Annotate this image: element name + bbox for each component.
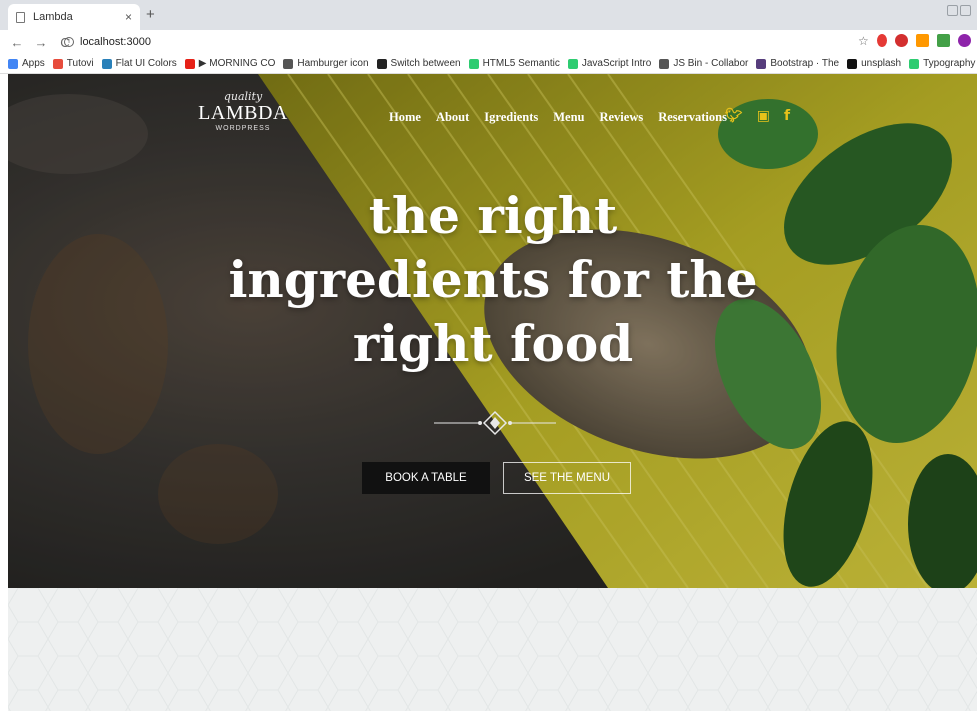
bookmark-label: Typography BS: [923, 58, 977, 69]
hexagon-pattern: [8, 588, 977, 711]
hero-headline: the right ingredients for the right food: [178, 184, 808, 376]
tab-close-icon[interactable]: ×: [125, 10, 132, 24]
restore-button[interactable]: [960, 5, 971, 16]
headline-line-2: ingredients for the: [228, 250, 758, 309]
hero-section: quality LAMBDA WORDPRESS Home About Igre…: [8, 74, 977, 588]
nav-ingredients[interactable]: Igredients: [484, 110, 538, 125]
back-icon[interactable]: ←: [10, 35, 24, 50]
main-nav: Home About Igredients Menu Reviews Reser…: [389, 110, 727, 125]
twitter-icon[interactable]: 🐦︎: [725, 108, 743, 124]
bookmark-label: ▶ MORNING CO: [198, 58, 276, 69]
opera-icon[interactable]: [876, 34, 887, 47]
facebook-icon[interactable]: f: [784, 108, 790, 124]
headline-line-1: the right: [368, 186, 618, 245]
address-bar[interactable]: i localhost:3000: [64, 33, 864, 51]
bookmark-item[interactable]: HTML5 Semantic: [468, 58, 560, 69]
bookmark-item[interactable]: Bootstrap · The: [756, 58, 839, 69]
url-text: localhost:3000: [80, 36, 151, 48]
bookmark-label: Apps: [22, 58, 45, 69]
bookmark-label: unsplash: [861, 58, 902, 69]
bookmark-item[interactable]: Hamburger icon: [283, 58, 369, 69]
site-logo[interactable]: quality LAMBDA WORDPRESS: [198, 90, 288, 132]
bookmark-item[interactable]: Flat UI Colors: [101, 58, 177, 69]
bookmark-label: Tutovi: [66, 58, 94, 69]
bookmark-label: HTML5 Semantic: [482, 58, 560, 69]
bookmark-icon: [283, 58, 294, 69]
bookmark-icon: [184, 58, 195, 69]
bookmark-icon: [8, 58, 18, 69]
logo-brand: LAMBDA: [198, 102, 288, 124]
bookmark-icon: [847, 58, 858, 69]
bookmark-item[interactable]: Switch between: [376, 58, 461, 69]
book-table-button[interactable]: BOOK A TABLE: [362, 462, 490, 494]
new-tab-button[interactable]: +: [146, 6, 155, 23]
star-icon[interactable]: ☆: [858, 35, 869, 47]
minimize-button[interactable]: [947, 5, 958, 16]
social-links: 🐦︎ ▣ f: [725, 108, 790, 124]
ornament-divider-icon: [434, 410, 556, 436]
bookmark-label: Bootstrap · The: [770, 58, 840, 69]
bookmark-label: Switch between: [390, 58, 461, 69]
bookmark-label: Flat UI Colors: [115, 58, 177, 69]
bookmark-item[interactable]: Apps: [8, 58, 45, 69]
window-controls: [947, 5, 971, 16]
bookmark-item[interactable]: unsplash: [847, 58, 901, 69]
bookmark-label: JavaScript Intro: [581, 58, 652, 69]
nav-menu[interactable]: Menu: [553, 110, 584, 125]
bookmark-icon: [101, 58, 112, 69]
rss-icon[interactable]: [915, 34, 929, 47]
page-viewport: quality LAMBDA WORDPRESS Home About Igre…: [8, 74, 977, 711]
bookmark-item[interactable]: Tutovi: [52, 58, 94, 69]
bookmark-icon: [468, 58, 479, 69]
tab-title: Lambda: [33, 11, 73, 23]
bookmark-item[interactable]: JS Bin - Collabor: [659, 58, 748, 69]
browser-toolbar: ← → C i localhost:3000: [0, 30, 977, 54]
bookmark-label: Hamburger icon: [297, 58, 369, 69]
bookmark-icon: [567, 58, 578, 69]
browser-tab[interactable]: Lambda ×: [8, 4, 140, 30]
bookmarks-bar: Apps Tutovi Flat UI Colors ▶ MORNING CO Hamb…: [0, 54, 977, 74]
bookmark-icon: [909, 58, 920, 69]
headline-line-3: right food: [352, 314, 634, 373]
logo-subtitle: WORDPRESS: [215, 125, 271, 132]
info-icon[interactable]: i: [64, 37, 74, 47]
nav-reservations[interactable]: Reservations: [658, 110, 727, 125]
forward-icon[interactable]: →: [34, 35, 48, 50]
bookmark-icon: [376, 58, 387, 69]
logo-tagline: quality: [223, 90, 263, 103]
nav-home[interactable]: Home: [389, 110, 421, 125]
bookmark-icon: [756, 58, 767, 69]
nav-about[interactable]: About: [436, 110, 469, 125]
bookmark-item[interactable]: Typography BS: [909, 58, 977, 69]
extension-icon[interactable]: [936, 34, 950, 47]
bookmark-icon: [659, 58, 670, 69]
extension-icons: ☆: [858, 34, 971, 47]
bookmark-item[interactable]: ▶ MORNING CO: [184, 58, 276, 69]
youtube-icon[interactable]: ▣: [757, 108, 770, 124]
adblock-icon[interactable]: [894, 34, 908, 47]
browser-tab-strip: Lambda × +: [0, 0, 977, 30]
bookmark-label: JS Bin - Collabor: [673, 58, 749, 69]
page-icon: [16, 11, 25, 23]
content-section: [8, 588, 977, 711]
see-menu-button[interactable]: SEE THE MENU: [503, 462, 631, 494]
profile-avatar[interactable]: [957, 34, 971, 47]
nav-reviews[interactable]: Reviews: [599, 110, 643, 125]
bookmark-item[interactable]: JavaScript Intro: [567, 58, 652, 69]
bookmark-icon: [52, 58, 63, 69]
